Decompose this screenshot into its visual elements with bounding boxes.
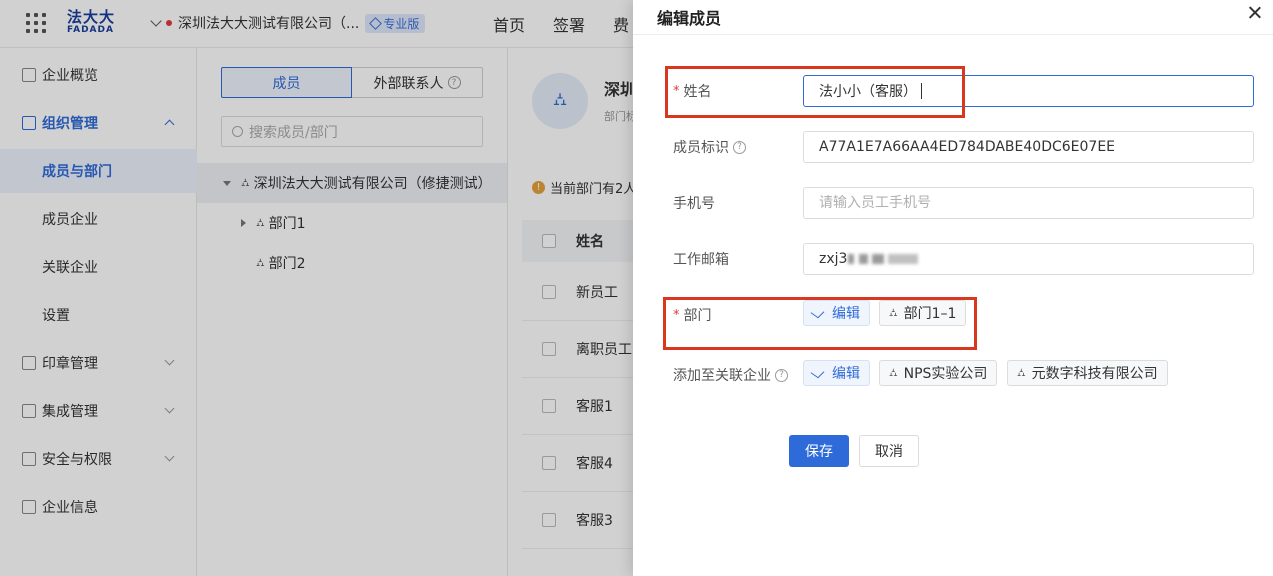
name-input[interactable]: 法小小（客服）	[803, 75, 1254, 107]
modal-overlay[interactable]	[0, 0, 633, 576]
edit-related-company-button[interactable]: 编辑	[803, 360, 870, 386]
member-id-input[interactable]: A77A1E7A66AA4ED784DABE40DC6E07EE	[803, 131, 1254, 163]
email-input[interactable]: zxj3	[803, 243, 1254, 275]
pencil-icon	[810, 306, 825, 318]
help-icon[interactable]: ?	[733, 140, 746, 154]
redacted-text	[888, 254, 919, 264]
email-label: 工作邮箱	[673, 252, 729, 268]
org-chart-icon: ⛼	[889, 305, 898, 319]
member-id-label: 成员标识?	[673, 137, 746, 157]
save-button[interactable]: 保存	[789, 435, 849, 467]
department-label: * 部门	[673, 307, 712, 325]
name-label: * 姓名	[673, 83, 712, 101]
org-chart-icon: ⛼	[889, 365, 898, 379]
cancel-button[interactable]: 取消	[859, 435, 919, 467]
related-company-tag[interactable]: ⛼ 元数字科技有限公司	[1007, 360, 1168, 386]
drawer-title: 编辑成员	[657, 9, 722, 28]
redacted-text	[859, 254, 869, 264]
edit-department-button[interactable]: 编辑	[803, 300, 870, 326]
required-mark: *	[673, 83, 680, 99]
help-icon[interactable]: ?	[775, 368, 788, 382]
redacted-text	[848, 254, 855, 264]
text-caret	[921, 83, 922, 99]
redacted-text	[872, 254, 885, 264]
phone-label: 手机号	[673, 196, 715, 212]
drawer-header: 编辑成员	[633, 0, 1273, 35]
close-icon[interactable]	[1247, 5, 1263, 21]
org-chart-icon: ⛼	[1017, 365, 1026, 379]
required-mark: *	[673, 307, 680, 323]
edit-member-drawer: 编辑成员 * 姓名 法小小（客服） 成员标识? A77A1E7A66AA4ED7…	[633, 0, 1273, 576]
phone-input[interactable]	[803, 187, 1254, 219]
pencil-icon	[810, 366, 825, 378]
department-tag[interactable]: ⛼ 部门1–1	[879, 300, 967, 326]
related-company-label: 添加至关联企业?	[673, 365, 788, 385]
related-company-tag[interactable]: ⛼ NPS实验公司	[879, 360, 998, 386]
